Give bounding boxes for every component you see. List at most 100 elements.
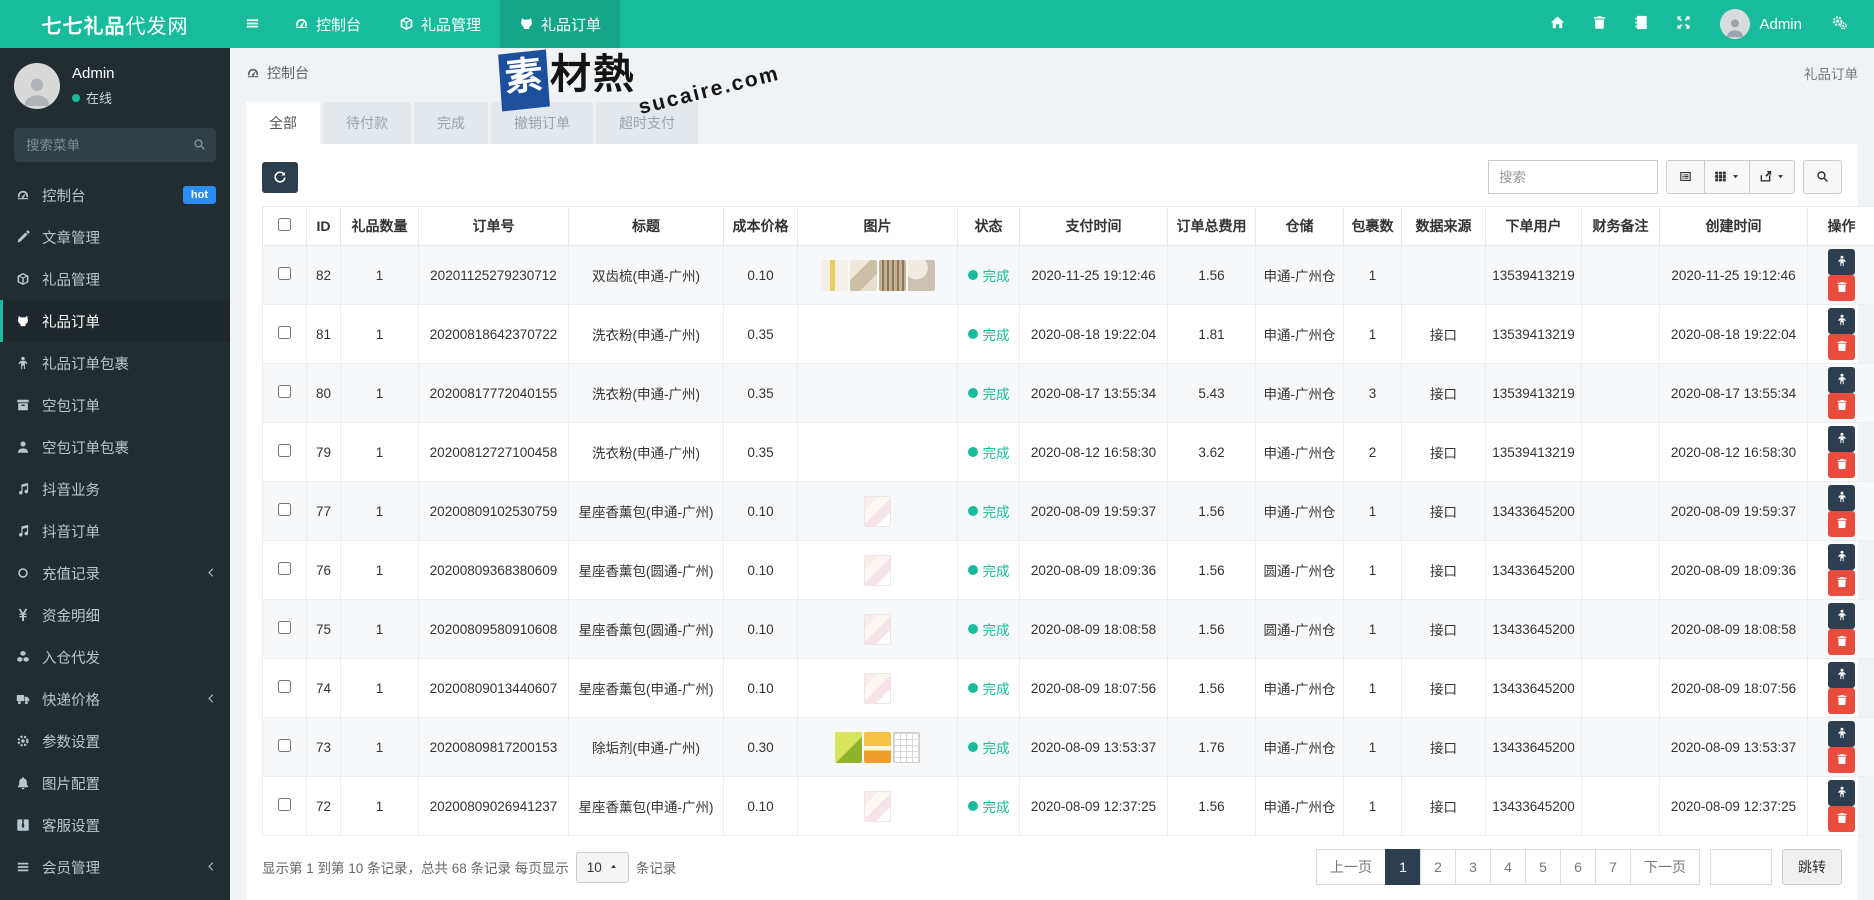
tab-全部[interactable]: 全部 [246, 102, 320, 144]
row-checkbox[interactable] [278, 680, 291, 693]
row-packages-button[interactable] [1828, 308, 1855, 334]
product-thumbnail-comb-c[interactable] [878, 259, 906, 291]
row-packages-button[interactable] [1828, 249, 1855, 275]
product-thumbnail-comb-b[interactable] [849, 259, 877, 291]
row-packages-button[interactable] [1828, 485, 1855, 511]
navbar-item-礼品管理[interactable]: 礼品管理 [380, 0, 500, 48]
row-delete-button[interactable] [1828, 570, 1855, 596]
navbar-item-控制台[interactable]: 控制台 [275, 0, 380, 48]
navbar-item-礼品订单[interactable]: 礼品订单 [500, 0, 621, 48]
product-thumbnail-sachet[interactable] [864, 672, 891, 704]
row-delete-button[interactable] [1828, 275, 1855, 301]
product-thumbnail-sachet[interactable] [864, 554, 891, 586]
sidebar-item-资金明细[interactable]: 资金明细 [0, 594, 230, 636]
row-packages-button[interactable] [1828, 662, 1855, 688]
thumbnail-group[interactable] [801, 790, 954, 822]
tab-待付款[interactable]: 待付款 [323, 102, 411, 144]
settings-cogs-button[interactable] [1818, 0, 1860, 48]
sidebar-item-会员管理[interactable]: 会员管理 [0, 846, 230, 888]
breadcrumb-left[interactable]: 控制台 [246, 63, 309, 83]
sidebar-item-快递价格[interactable]: 快递价格 [0, 678, 230, 720]
row-checkbox[interactable] [278, 739, 291, 752]
page-button-2[interactable]: 2 [1420, 849, 1456, 885]
prev-page-button[interactable]: 上一页 [1316, 849, 1386, 885]
row-packages-button[interactable] [1828, 603, 1855, 629]
thumbnail-group[interactable] [801, 672, 954, 704]
sidebar-item-文章管理[interactable]: 文章管理 [0, 216, 230, 258]
page-button-1[interactable]: 1 [1385, 849, 1421, 885]
search-button[interactable] [1803, 160, 1842, 194]
product-thumbnail-detergent[interactable] [864, 319, 891, 350]
next-page-button[interactable]: 下一页 [1630, 849, 1700, 885]
pagination-toggle-button[interactable] [1666, 160, 1705, 194]
home-button[interactable] [1536, 0, 1578, 48]
tab-完成[interactable]: 完成 [414, 102, 488, 144]
sidebar-item-空包订单包裹[interactable]: 空包订单包裹 [0, 426, 230, 468]
product-thumbnail-sachet[interactable] [864, 613, 891, 645]
sidebar-item-入仓代发[interactable]: 入仓代发 [0, 636, 230, 678]
sidebar-item-客服设置[interactable]: 客服设置 [0, 804, 230, 846]
sidebar-item-空包订单[interactable]: 空包订单 [0, 384, 230, 426]
thumbnail-group[interactable] [801, 259, 954, 291]
row-checkbox[interactable] [278, 444, 291, 457]
product-thumbnail-detergent[interactable] [864, 437, 891, 468]
page-size-select[interactable]: 10 [575, 851, 629, 883]
select-all-checkbox[interactable] [278, 218, 291, 231]
row-delete-button[interactable] [1828, 511, 1855, 537]
row-packages-button[interactable] [1828, 544, 1855, 570]
product-thumbnail-grid[interactable] [893, 731, 920, 763]
brand-logo[interactable]: 七七礼品 代发网 [0, 0, 230, 48]
row-checkbox[interactable] [278, 798, 291, 811]
sidebar-toggle-button[interactable] [230, 0, 275, 48]
tab-撤销订单[interactable]: 撤销订单 [491, 102, 593, 144]
row-checkbox[interactable] [278, 562, 291, 575]
product-thumbnail-sachet[interactable] [864, 790, 891, 822]
row-delete-button[interactable] [1828, 688, 1855, 714]
sidebar-item-礼品订单[interactable]: 礼品订单 [0, 300, 230, 342]
jump-page-input[interactable] [1710, 849, 1772, 885]
expand-button[interactable] [1662, 0, 1704, 48]
page-button-7[interactable]: 7 [1595, 849, 1631, 885]
sidebar-search-input[interactable] [14, 128, 216, 162]
row-delete-button[interactable] [1828, 747, 1855, 773]
thumbnail-group[interactable] [801, 319, 954, 350]
row-checkbox[interactable] [278, 503, 291, 516]
product-thumbnail-box-oy[interactable] [864, 731, 891, 763]
product-thumbnail-comb-d[interactable] [907, 259, 935, 291]
thumbnail-group[interactable] [801, 378, 954, 409]
sidebar-item-参数设置[interactable]: 参数设置 [0, 720, 230, 762]
columns-dropdown-button[interactable] [1704, 160, 1750, 194]
row-delete-button[interactable] [1828, 806, 1855, 832]
row-delete-button[interactable] [1828, 334, 1855, 360]
row-delete-button[interactable] [1828, 452, 1855, 478]
page-button-4[interactable]: 4 [1490, 849, 1526, 885]
row-checkbox[interactable] [278, 621, 291, 634]
tab-超时支付[interactable]: 超时支付 [596, 102, 698, 144]
sidebar-item-礼品管理[interactable]: 礼品管理 [0, 258, 230, 300]
product-thumbnail-comb-a[interactable] [820, 259, 848, 291]
row-packages-button[interactable] [1828, 721, 1855, 747]
row-packages-button[interactable] [1828, 367, 1855, 393]
sidebar-item-礼品订单包裹[interactable]: 礼品订单包裹 [0, 342, 230, 384]
navbar-user-menu[interactable]: Admin [1704, 9, 1818, 39]
thumbnail-group[interactable] [801, 495, 954, 527]
product-thumbnail-detergent[interactable] [864, 378, 891, 409]
export-dropdown-button[interactable] [1749, 160, 1795, 194]
row-delete-button[interactable] [1828, 629, 1855, 655]
page-button-5[interactable]: 5 [1525, 849, 1561, 885]
sidebar-item-控制台[interactable]: 控制台 hot [0, 174, 230, 216]
sidebar-item-抖音订单[interactable]: 抖音订单 [0, 510, 230, 552]
row-packages-button[interactable] [1828, 780, 1855, 806]
sidebar-item-充值记录[interactable]: 充值记录 [0, 552, 230, 594]
thumbnail-group[interactable] [801, 731, 954, 763]
row-delete-button[interactable] [1828, 393, 1855, 419]
page-button-3[interactable]: 3 [1455, 849, 1491, 885]
page-button-6[interactable]: 6 [1560, 849, 1596, 885]
table-search-input[interactable] [1488, 160, 1658, 194]
row-checkbox[interactable] [278, 267, 291, 280]
trash-button[interactable] [1578, 0, 1620, 48]
thumbnail-group[interactable] [801, 613, 954, 645]
sidebar-item-抖音业务[interactable]: 抖音业务 [0, 468, 230, 510]
row-checkbox[interactable] [278, 385, 291, 398]
product-thumbnail-box-yg[interactable] [835, 731, 862, 763]
